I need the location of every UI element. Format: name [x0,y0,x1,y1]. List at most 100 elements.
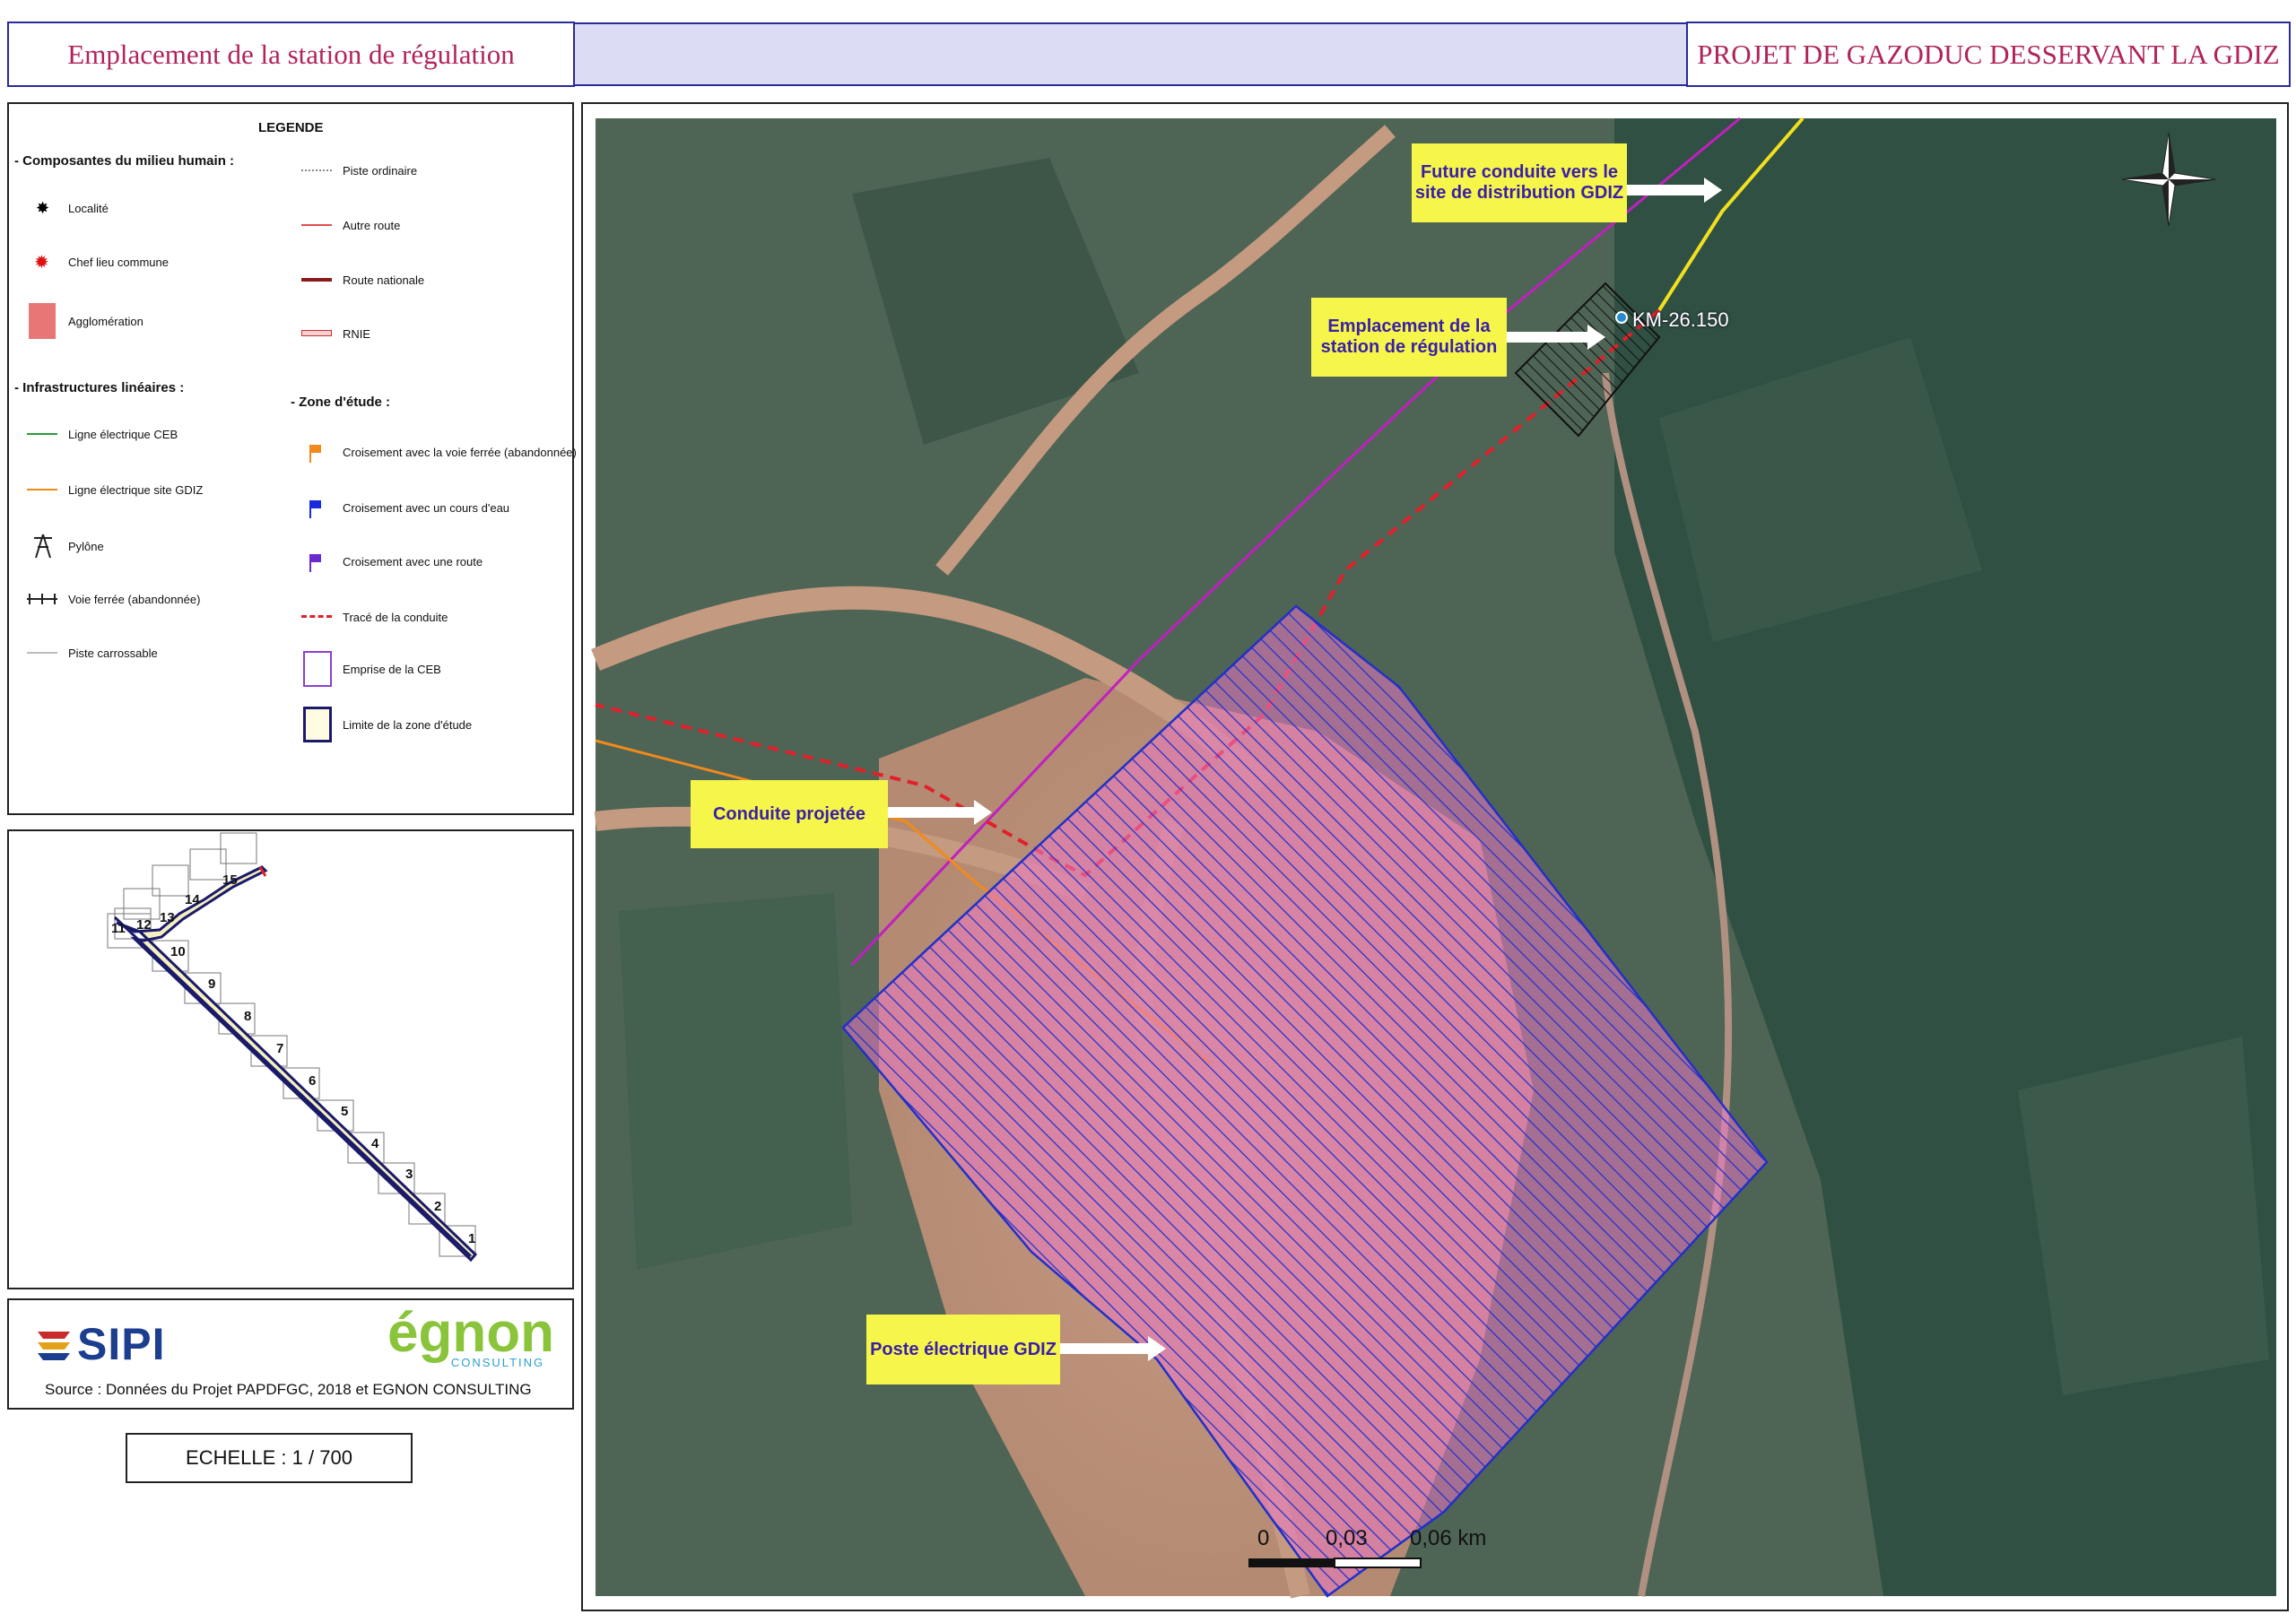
legend-item-trace: Tracé de la conduite [301,608,448,626]
orange-flag-icon [301,443,334,463]
autre-route-icon [301,216,334,234]
overview-sheet-label: 12 [136,917,152,933]
legend-label: Croisement avec une route [343,554,483,568]
logo-panel: SIPI égnon CONSULTING Source : Données d… [7,1298,574,1410]
legend-item-crois-voie: Croisement avec la voie ferrée (abandonn… [301,443,577,463]
overview-sheet-label: 15 [222,872,238,888]
overview-sheet-label: 10 [170,944,186,959]
overview-sheet-label: 11 [111,921,126,936]
legend-label: Localité [68,201,109,215]
legend-label: Route nationale [343,273,425,287]
rnie-icon [301,325,334,343]
agglomeration-icon [27,303,59,339]
map-frame: Future conduite vers le site de distribu… [581,102,2289,1611]
legend-item-emprise: Emprise de la CEB [301,651,441,687]
project-title: PROJET DE GAZODUC DESSERVANT LA GDIZ [1686,22,2291,87]
legend-label: Pylône [68,539,104,553]
legend-item-piste-carrossable: Piste carrossable [27,644,158,662]
overview-sheet-label: 1 [468,1231,476,1246]
overview-sheet-label: 14 [185,892,200,907]
overview-sheet-label: 7 [276,1041,284,1056]
legend-label: Tracé de la conduite [343,610,448,624]
ligne-gdiz-icon [27,481,59,499]
legend-item-autre-route: Autre route [301,216,400,234]
field-patch [619,893,852,1270]
legend-item-rnie: RNIE [301,325,370,343]
legend-item-localite: ✸ Localité [27,199,109,217]
legend-item-pylone: Pylône [27,533,104,560]
sipi-logo-text: SIPI [77,1319,166,1369]
legend-section-study: - Zone d'étude : [291,395,391,410]
legend-label: Agglomération [68,314,144,328]
legend-item-limite: Limite de la zone d'étude [301,707,472,742]
legend-label: Croisement avec la voie ferrée (abandonn… [343,445,577,459]
legend-label: Croisement avec un cours d'eau [343,500,510,515]
legend-section-human: - Composantes du milieu humain : [14,153,235,169]
legend-label: Voie ferrée (abandonnée) [68,592,201,606]
limite-icon [301,707,334,742]
localite-icon: ✸ [27,199,59,217]
overview-sheet-label: 8 [244,1009,252,1024]
page-title: Emplacement de la station de régulation [7,22,575,87]
scalebar-zero: 0 [1257,1526,1270,1550]
source-text: Source : Données du Projet PAPDFGC, 2018… [45,1381,532,1398]
legend-label: Emprise de la CEB [343,662,441,676]
station-point[interactable] [1615,311,1628,324]
route-nationale-icon [301,271,334,289]
header-band [574,22,1688,86]
chef-lieu-icon: ✹ [27,253,59,273]
overview-grid [107,832,478,1263]
overview-sheet-label: 9 [208,976,216,992]
trace-conduite-icon [301,608,334,626]
legend-label: Autre route [343,218,401,232]
sipi-logo-icon [38,1332,70,1360]
callout-future-pipeline: Future conduite vers le site de distribu… [1412,143,1627,222]
callout-gdiz-substation: Poste électrique GDIZ [866,1315,1060,1384]
scalebar-end: 0,06 km [1410,1526,1487,1550]
pylone-icon [27,533,59,560]
overview-sheet-label: 13 [160,910,175,925]
legend-item-crois-route: Croisement avec une route [301,552,483,572]
legend-item-route-nationale: Route nationale [301,271,424,289]
egnon-logo-text: égnon [387,1302,554,1364]
legend-label: Ligne électrique CEB [68,427,178,441]
voie-ferree-icon [27,590,59,608]
legend-item-agglomeration: Agglomération [27,303,144,339]
overview-sheet-label: 3 [405,1167,413,1182]
legend-panel: LEGENDE - Composantes du milieu humain :… [7,102,577,815]
callout-projected-pipeline: Conduite projetée [691,780,888,848]
field-patch [2018,1037,2269,1395]
sipi-logo: SIPI [34,1318,165,1370]
piste-ordinaire-icon [301,161,334,179]
map-scalebar [1248,1558,1422,1568]
overview-map: 1 2 3 4 5 6 7 8 9 10 11 12 13 14 15 [7,829,574,1289]
legend-item-crois-eau: Croisement avec un cours d'eau [301,499,510,518]
legend-label: Piste carrossable [68,646,158,660]
overview-sheet-label: 2 [434,1199,442,1214]
egnon-logo: égnon CONSULTING [387,1302,554,1370]
project-title-text: PROJET DE GAZODUC DESSERVANT LA GDIZ [1697,38,2280,70]
emprise-icon [301,651,334,687]
overview-sheet-label: 6 [309,1073,317,1089]
legend-label: Chef lieu commune [68,255,169,269]
legend-item-ligne-gdiz: Ligne électrique site GDIZ [27,481,203,499]
scale-text: ECHELLE : 1 / 700 [186,1446,352,1469]
legend-item-voie-ferree: Voie ferrée (abandonnée) [27,590,200,608]
overview-sheet-label: 5 [341,1104,349,1119]
callout-regulation-station: Emplacement de la station de régulation [1311,298,1507,377]
svg-text:✹: ✹ [34,253,49,271]
blue-flag-icon [301,499,334,518]
legend-item-ligne-ceb: Ligne électrique CEB [27,425,178,443]
page-title-text: Emplacement de la station de régulation [67,38,515,70]
legend-title: LEGENDE [258,120,324,135]
overview-sheet-label: 4 [371,1136,379,1151]
legend-item-chef-lieu: ✹ Chef lieu commune [27,253,169,273]
km-label: KM-26.150 [1632,308,1729,331]
scale-box: ECHELLE : 1 / 700 [126,1433,413,1483]
legend-label: RNIE [343,326,371,341]
scalebar-mid: 0,03 [1326,1526,1368,1550]
purple-flag-icon [301,552,334,572]
piste-carrossable-icon [27,644,59,662]
legend-label: Limite de la zone d'étude [343,717,473,732]
legend-item-piste-ordinaire: Piste ordinaire [301,161,417,179]
